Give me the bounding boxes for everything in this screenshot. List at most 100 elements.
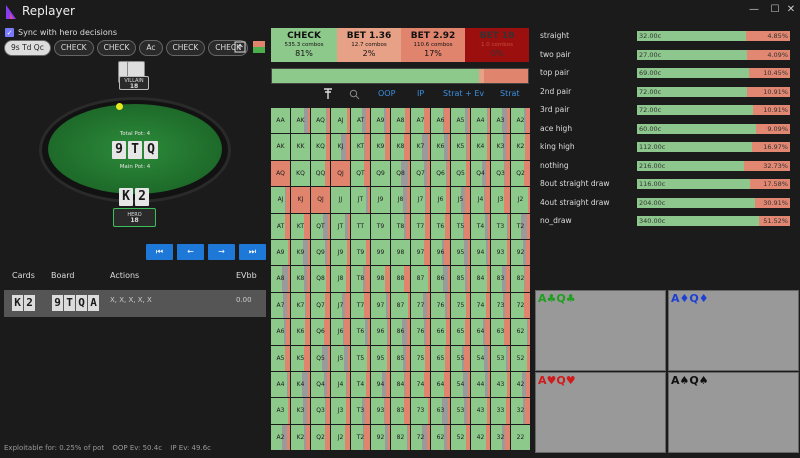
range-cell[interactable]: 84 (471, 266, 490, 292)
range-cell[interactable]: A2 (271, 424, 290, 451)
range-cell[interactable]: K6 (431, 134, 450, 160)
range-cell[interactable]: 98 (391, 240, 410, 266)
range-cell[interactable]: 73 (411, 398, 430, 424)
range-cell[interactable]: Q5 (311, 345, 330, 371)
range-cell[interactable]: 63 (491, 319, 510, 345)
range-cell[interactable]: 94 (371, 372, 390, 398)
range-cell[interactable]: 74 (411, 372, 430, 398)
pill-turn[interactable]: Ac (139, 40, 163, 56)
range-cell[interactable]: 94 (471, 240, 490, 266)
tab-strat[interactable]: Strat (500, 89, 520, 98)
range-cell[interactable]: 84 (391, 372, 410, 398)
next-step-button[interactable]: → (208, 244, 235, 260)
range-cell[interactable]: 95 (451, 240, 470, 266)
range-cell[interactable]: 83 (391, 398, 410, 424)
range-cell[interactable]: J7 (331, 292, 350, 319)
range-cell[interactable]: 87 (391, 292, 410, 319)
range-cell[interactable]: Q9 (371, 160, 390, 187)
range-cell[interactable]: 96 (431, 240, 450, 266)
hand-category-row[interactable]: straight 32.00c 4.85% (540, 28, 792, 46)
range-cell[interactable]: T3 (491, 213, 510, 239)
range-cell[interactable]: T7 (351, 292, 370, 319)
range-cell[interactable]: QQ (311, 160, 330, 187)
range-cell[interactable]: 65 (431, 345, 450, 371)
range-cell[interactable]: 43 (471, 398, 490, 424)
range-cell[interactable]: T5 (451, 213, 470, 239)
range-cell[interactable]: 76 (431, 292, 450, 319)
range-cell[interactable]: Q2 (311, 424, 330, 451)
range-cell[interactable]: T4 (471, 213, 490, 239)
range-cell[interactable]: K4 (291, 372, 310, 398)
range-cell[interactable]: Q4 (471, 160, 490, 187)
range-cell[interactable]: Q3 (491, 160, 510, 187)
range-cell[interactable]: J9 (371, 187, 390, 213)
history-row[interactable]: K 2 9 T Q A X, X, X, X, X 0.00 (4, 290, 266, 317)
hand-category-row[interactable]: 2nd pair 72.00c 10.91% (540, 84, 792, 102)
range-cell[interactable]: 99 (371, 240, 390, 266)
export-icon[interactable] (234, 41, 246, 53)
range-cell[interactable]: Q5 (451, 160, 470, 187)
range-cell[interactable]: 87 (411, 266, 430, 292)
range-cell[interactable]: A8 (271, 266, 290, 292)
range-cell[interactable]: JJ (331, 187, 350, 213)
strategy-bet-medium[interactable]: BET 2.92 110.6 combos 17% (401, 28, 465, 62)
range-cell[interactable]: 32 (491, 424, 510, 451)
pill-flop[interactable]: 9s Td Qc (4, 40, 51, 56)
range-cell[interactable]: 62 (511, 319, 530, 345)
range-cell[interactable]: AK (291, 108, 310, 134)
range-cell[interactable]: J2 (331, 424, 350, 451)
range-cell[interactable]: K3 (291, 398, 310, 424)
range-cell[interactable]: T7 (411, 213, 430, 239)
range-cell[interactable]: 52 (511, 345, 530, 371)
suit-quadrant-spades[interactable]: A♠Q♠ (668, 372, 799, 453)
range-cell[interactable]: J5 (451, 187, 470, 213)
range-cell[interactable]: 85 (451, 266, 470, 292)
range-cell[interactable]: 97 (411, 240, 430, 266)
suit-quadrant-hearts[interactable]: A♥Q♥ (535, 372, 666, 453)
range-cell[interactable]: 54 (451, 372, 470, 398)
pill-action[interactable]: CHECK (53, 40, 94, 56)
range-cell[interactable]: 42 (471, 424, 490, 451)
range-cell[interactable]: K5 (451, 134, 470, 160)
range-cell[interactable]: KT (351, 134, 370, 160)
range-cell[interactable]: A4 (471, 108, 490, 134)
range-cell[interactable]: 65 (451, 319, 470, 345)
range-cell[interactable]: K7 (291, 292, 310, 319)
range-cell[interactable]: QJ (311, 187, 330, 213)
range-cell[interactable]: KK (291, 134, 310, 160)
hand-category-row[interactable]: ace high 60.00c 9.09% (540, 121, 792, 139)
range-cell[interactable]: J3 (331, 398, 350, 424)
range-cell[interactable]: K6 (291, 319, 310, 345)
range-cell[interactable]: T9 (351, 240, 370, 266)
range-cell[interactable]: KJ (331, 134, 350, 160)
minimize-button[interactable]: — (747, 4, 761, 15)
range-cell[interactable]: A7 (271, 292, 290, 319)
range-cell[interactable]: K9 (371, 134, 390, 160)
range-cell[interactable]: 98 (371, 266, 390, 292)
range-cell[interactable]: A6 (271, 319, 290, 345)
range-cell[interactable]: AA (271, 108, 290, 134)
range-cell[interactable]: 92 (371, 424, 390, 451)
range-cell[interactable]: Q6 (311, 319, 330, 345)
range-cell[interactable]: J2 (511, 187, 530, 213)
range-cell[interactable]: T2 (511, 213, 530, 239)
range-cell[interactable]: 64 (431, 372, 450, 398)
pill-action[interactable]: CHECK (165, 40, 206, 56)
strategy-bet-allin[interactable]: BET 18 1.0 combos 0% (465, 28, 529, 62)
range-cell[interactable]: J6 (331, 319, 350, 345)
range-cell[interactable]: 72 (511, 292, 530, 319)
range-cell[interactable]: Q4 (311, 372, 330, 398)
range-cell[interactable]: 63 (431, 398, 450, 424)
range-cell[interactable]: QJ (331, 160, 350, 187)
range-cell[interactable]: 83 (491, 266, 510, 292)
range-cell[interactable]: A2 (511, 108, 530, 134)
range-cell[interactable]: 33 (491, 398, 510, 424)
range-cell[interactable]: 43 (491, 372, 510, 398)
hand-category-row[interactable]: top pair 69.00c 10.45% (540, 65, 792, 83)
range-cell[interactable]: AQ (271, 160, 290, 187)
range-cell[interactable]: Q2 (511, 160, 530, 187)
range-cell[interactable]: 53 (491, 345, 510, 371)
strategy-bet-small[interactable]: BET 1.36 12.7 combos 2% (337, 28, 401, 62)
range-cell[interactable]: 93 (371, 398, 390, 424)
range-cell[interactable]: 76 (411, 319, 430, 345)
